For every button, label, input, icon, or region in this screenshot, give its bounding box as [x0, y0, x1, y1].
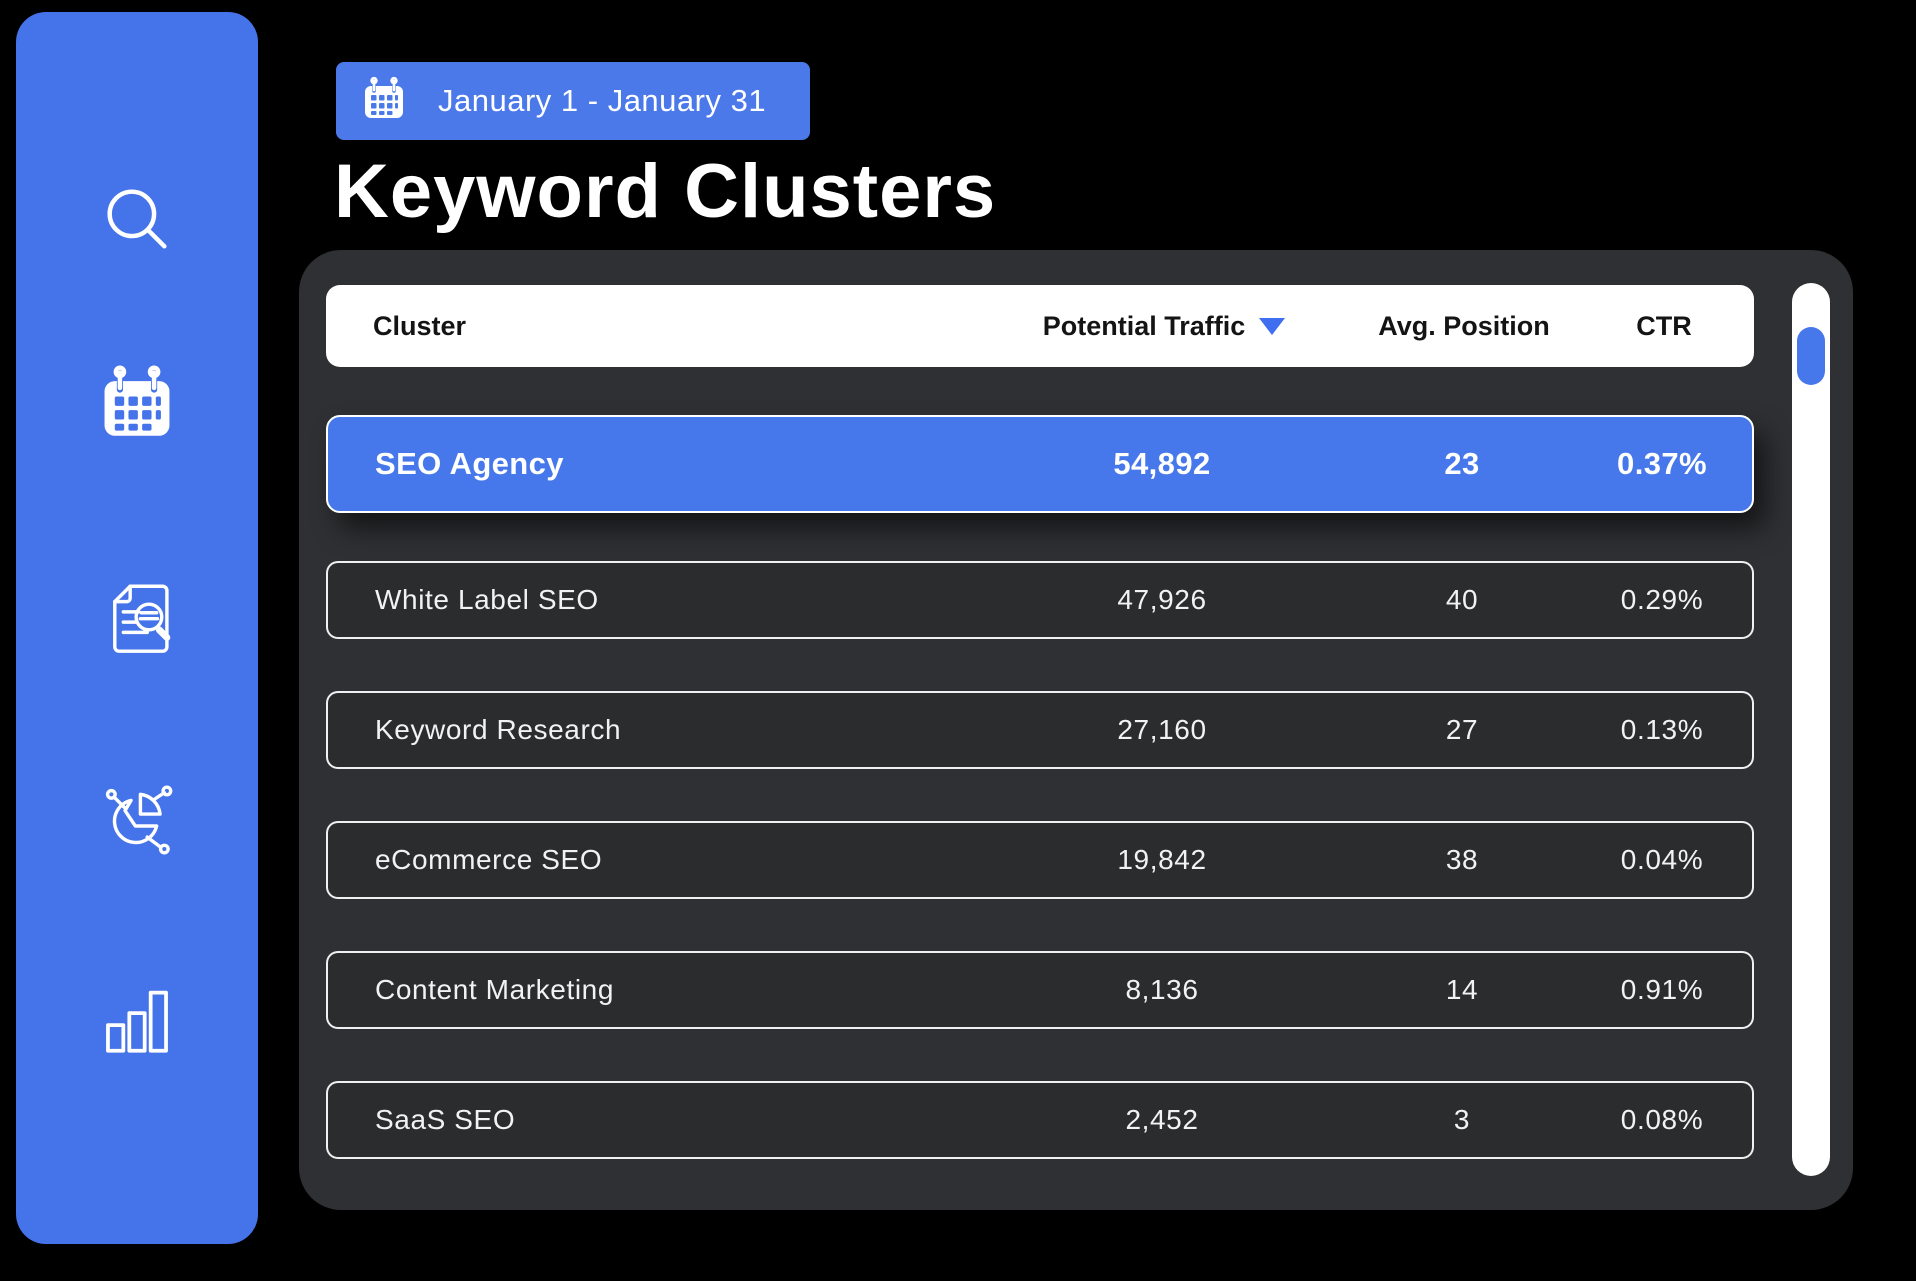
report-search-icon [96, 576, 178, 658]
cell-ctr: 0.08% [1582, 1104, 1742, 1136]
table-row[interactable]: Keyword Research 27,160 27 0.13% [326, 691, 1754, 769]
sidebar [16, 12, 258, 1244]
cell-ctr: 0.04% [1582, 844, 1742, 876]
date-range-label: January 1 - January 31 [438, 83, 766, 119]
cell-cluster: SaaS SEO [375, 1104, 982, 1136]
sidebar-item-report-audit[interactable] [93, 573, 181, 661]
cell-avg-position: 14 [1342, 974, 1582, 1006]
sidebar-item-bar-chart[interactable] [93, 976, 181, 1064]
cell-potential-traffic: 2,452 [982, 1104, 1342, 1136]
table-row[interactable]: Content Marketing 8,136 14 0.91% [326, 951, 1754, 1029]
scrollbar-track[interactable] [1792, 283, 1830, 1176]
sidebar-item-search[interactable] [93, 175, 181, 263]
pie-chart-icon [96, 779, 178, 861]
page-title: Keyword Clusters [334, 148, 996, 235]
keyword-clusters-panel: Cluster Potential Traffic Avg. Position … [299, 250, 1853, 1210]
table-row[interactable]: eCommerce SEO 19,842 38 0.04% [326, 821, 1754, 899]
cell-potential-traffic: 19,842 [982, 844, 1342, 876]
cell-potential-traffic: 27,160 [982, 714, 1342, 746]
cell-avg-position: 23 [1342, 446, 1582, 482]
calendar-icon [360, 76, 408, 127]
cell-ctr: 0.29% [1582, 584, 1742, 616]
cell-ctr: 0.91% [1582, 974, 1742, 1006]
calendar-icon [96, 364, 178, 446]
cell-cluster: Content Marketing [375, 974, 982, 1006]
date-range-button[interactable]: January 1 - January 31 [336, 62, 810, 140]
column-header-cluster[interactable]: Cluster [373, 311, 984, 342]
search-icon [96, 178, 178, 260]
cell-avg-position: 38 [1342, 844, 1582, 876]
sidebar-item-calendar[interactable] [93, 361, 181, 449]
table-header-row: Cluster Potential Traffic Avg. Position … [326, 285, 1754, 367]
cell-avg-position: 27 [1342, 714, 1582, 746]
cell-potential-traffic: 54,892 [982, 446, 1342, 482]
table-row[interactable]: SaaS SEO 2,452 3 0.08% [326, 1081, 1754, 1159]
column-header-potential-traffic[interactable]: Potential Traffic [984, 311, 1344, 342]
cell-potential-traffic: 47,926 [982, 584, 1342, 616]
cluster-table-body: SEO Agency 54,892 23 0.37% White Label S… [326, 415, 1754, 1211]
column-header-avg-position[interactable]: Avg. Position [1344, 311, 1584, 342]
cell-ctr: 0.13% [1582, 714, 1742, 746]
column-header-ctr[interactable]: CTR [1584, 311, 1744, 342]
cell-avg-position: 40 [1342, 584, 1582, 616]
bar-chart-icon [96, 979, 178, 1061]
scrollbar-thumb[interactable] [1797, 327, 1825, 385]
table-row[interactable]: White Label SEO 47,926 40 0.29% [326, 561, 1754, 639]
cell-potential-traffic: 8,136 [982, 974, 1342, 1006]
sort-descending-icon[interactable] [1259, 318, 1285, 335]
cell-cluster: eCommerce SEO [375, 844, 982, 876]
cell-avg-position: 3 [1342, 1104, 1582, 1136]
sidebar-item-analytics-pie[interactable] [93, 776, 181, 864]
table-row[interactable]: SEO Agency 54,892 23 0.37% [326, 415, 1754, 513]
cell-ctr: 0.37% [1582, 446, 1742, 482]
cell-cluster: Keyword Research [375, 714, 982, 746]
cell-cluster: White Label SEO [375, 584, 982, 616]
cell-cluster: SEO Agency [375, 446, 982, 482]
